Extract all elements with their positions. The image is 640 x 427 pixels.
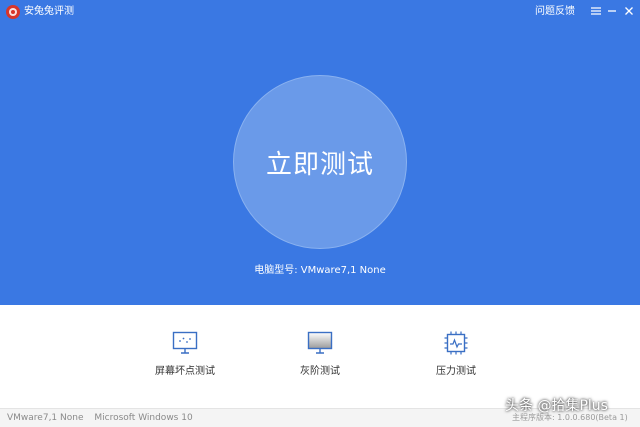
cpu-pulse-icon [443,330,469,356]
menu-icon[interactable] [589,4,603,18]
dead-pixel-test-label: 屏幕坏点测试 [155,366,215,377]
grayscale-test-button[interactable]: 灰阶测试 [265,330,375,386]
feedback-link[interactable]: 问题反馈 [535,5,575,19]
grayscale-test-label: 灰阶测试 [300,366,340,377]
app-logo-icon [6,5,20,19]
system-info: VMware7,1 None Microsoft Windows 10 [7,412,193,424]
start-test-label: 立即测试 [265,149,374,180]
stress-test-button[interactable]: 压力测试 [401,330,511,386]
device-model-value: VMware7,1 None [300,265,386,276]
device-model-label: 电脑型号: [254,265,298,276]
stress-test-label: 压力测试 [436,366,476,377]
minimize-icon[interactable] [605,4,619,18]
status-os: Microsoft Windows 10 [94,413,193,423]
main-panel: 安兔兔评测 问题反馈 立即测试 电脑型号: VMware7,1 None [0,0,640,305]
app-title: 安兔兔评测 [24,6,74,17]
tools-panel: 屏幕坏点测试 灰阶测试 压力测试 [0,305,640,408]
status-model: VMware7,1 None [7,413,84,423]
monitor-grayscale-icon [307,330,333,356]
start-test-button[interactable]: 立即测试 [233,75,407,249]
dead-pixel-test-button[interactable]: 屏幕坏点测试 [130,330,240,386]
monitor-dots-icon [172,330,198,356]
device-model-info: 电脑型号: VMware7,1 None [0,264,640,278]
watermark: 头条 @拾集Plus [505,398,608,414]
close-icon[interactable] [622,4,636,18]
title-bar: 安兔兔评测 问题反馈 [0,0,640,24]
